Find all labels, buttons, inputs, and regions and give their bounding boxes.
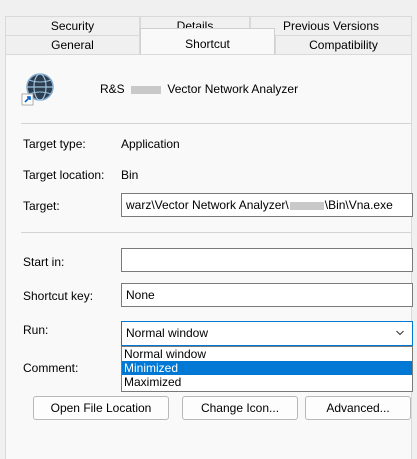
tab-security[interactable]: Security: [5, 16, 140, 35]
separator: [21, 232, 411, 233]
redacted-block: [131, 85, 162, 94]
target-value-part-b: \Bin\Vna.exe: [324, 198, 393, 212]
target-label: Target:: [23, 199, 60, 213]
start-in-input[interactable]: [121, 248, 413, 272]
app-name: R&S Vector Network Analyzer: [100, 82, 298, 96]
open-file-location-button[interactable]: Open File Location: [33, 396, 169, 420]
vna-globe-shortcut-icon: [21, 73, 54, 106]
tab-shortcut[interactable]: Shortcut: [140, 28, 275, 54]
advanced-button[interactable]: Advanced...: [305, 396, 411, 420]
app-name-prefix: R&S: [100, 82, 125, 96]
run-select[interactable]: Normal window: [121, 321, 413, 346]
shortcut-key-input[interactable]: None: [121, 283, 413, 307]
target-location-label: Target location:: [23, 168, 105, 182]
tab-row-front: General Shortcut Compatibility: [5, 28, 412, 54]
shortcut-key-label: Shortcut key:: [23, 289, 94, 303]
run-label: Run:: [23, 323, 49, 337]
target-location-value: Bin: [121, 168, 139, 182]
target-value-part-a: warz\Vector Network Analyzer\: [126, 198, 289, 212]
run-select-value: Normal window: [126, 326, 209, 340]
target-type-value: Application: [121, 137, 180, 151]
target-type-label: Target type:: [23, 137, 86, 151]
change-icon-button[interactable]: Change Icon...: [182, 396, 298, 420]
chevron-down-icon[interactable]: [396, 329, 404, 337]
run-option-maximized[interactable]: Maximized: [122, 375, 412, 389]
target-input[interactable]: warz\Vector Network Analyzer\ \Bin\Vna.ex…: [121, 193, 413, 217]
run-option-normal-window[interactable]: Normal window: [122, 347, 412, 361]
tab-compatibility[interactable]: Compatibility: [275, 35, 412, 54]
run-dropdown-list: Normal window Minimized Maximized: [121, 346, 413, 392]
comment-label: Comment:: [23, 361, 79, 375]
start-in-label: Start in:: [23, 255, 65, 269]
run-option-minimized[interactable]: Minimized: [122, 361, 412, 375]
separator: [21, 123, 411, 124]
tab-general[interactable]: General: [5, 35, 140, 54]
redacted-block: [289, 201, 324, 210]
app-name-suffix: Vector Network Analyzer: [167, 82, 299, 96]
